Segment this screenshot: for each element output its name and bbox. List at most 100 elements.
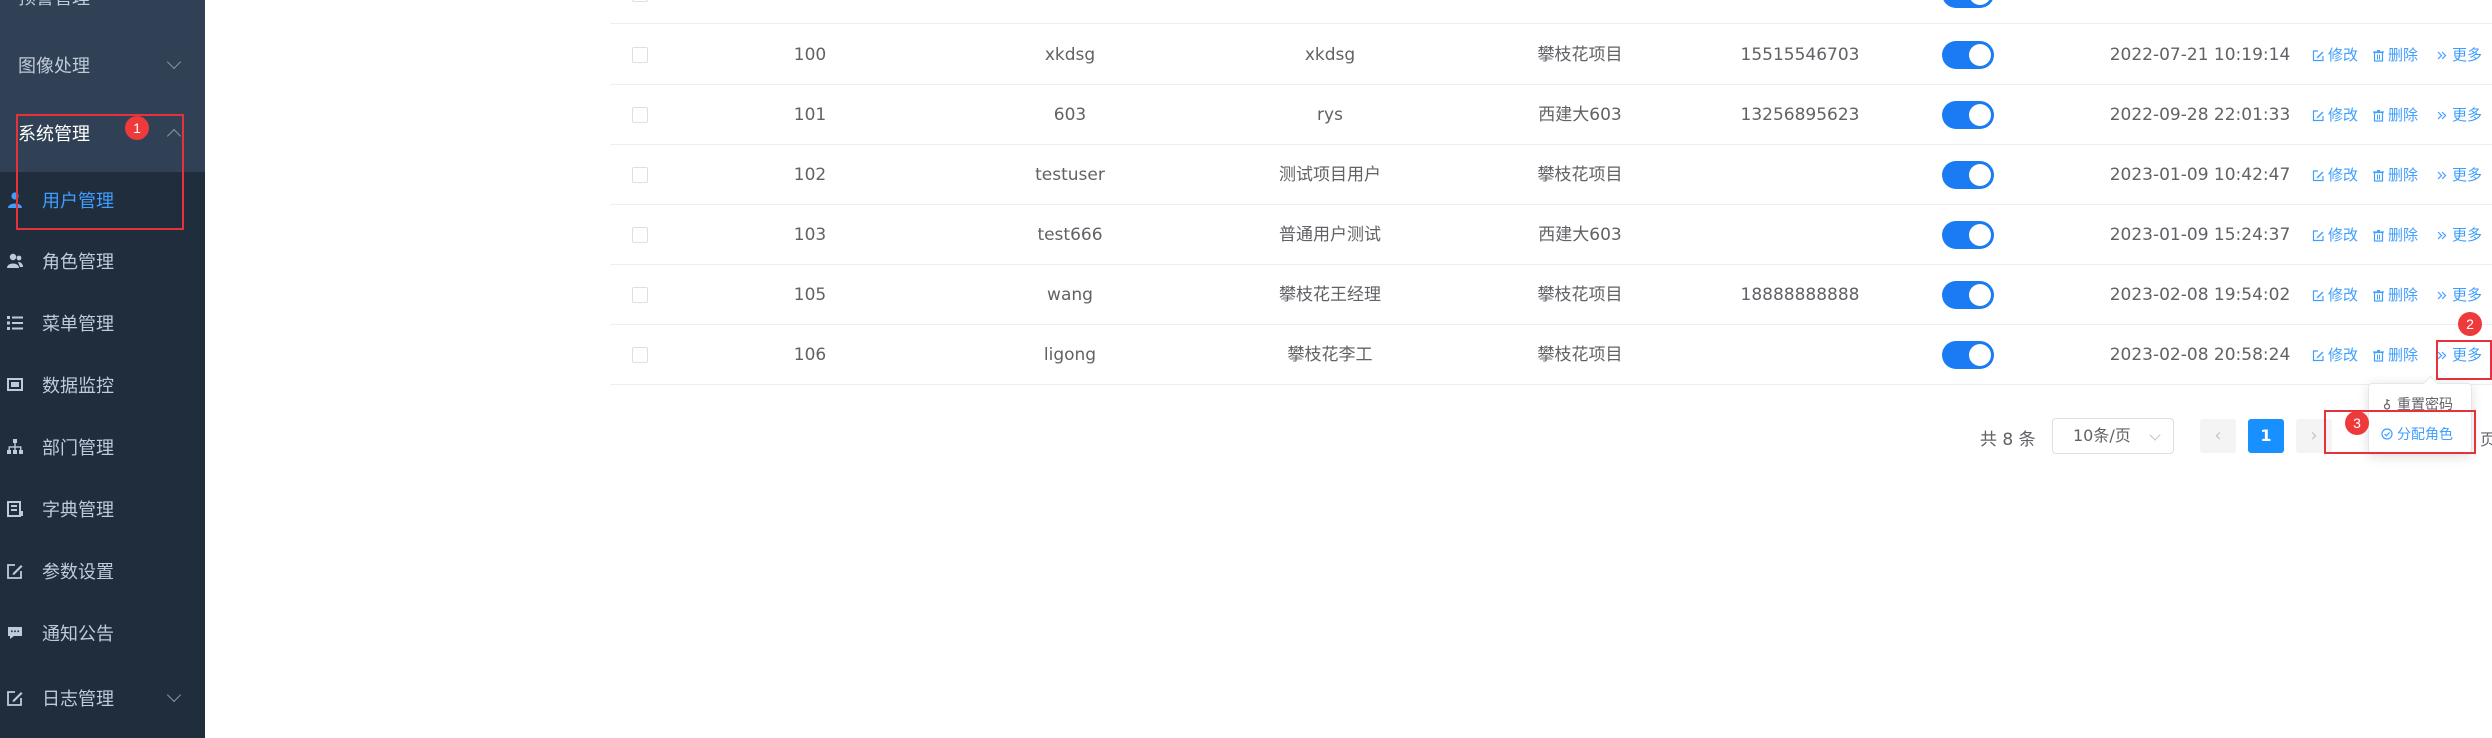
- cell-dept: 西建大603: [1538, 105, 1622, 125]
- double-chevron-right-icon: [2436, 109, 2449, 122]
- prev-page-button[interactable]: ‹: [2200, 419, 2236, 453]
- double-chevron-right-icon: [2436, 169, 2449, 182]
- edit-label: 修改: [2328, 106, 2359, 124]
- cell-nickname: xkdsg: [1304, 45, 1356, 65]
- page-number-current[interactable]: 1: [2248, 419, 2284, 453]
- status-switch[interactable]: [1942, 281, 1994, 309]
- sidebar-item-notice[interactable]: 通知公告: [0, 602, 205, 664]
- sidebar-item-log-management[interactable]: 日志管理: [0, 667, 205, 729]
- annotation-box-1: [16, 114, 184, 230]
- delete-button[interactable]: 删除: [2372, 205, 2418, 265]
- edit-icon: [2312, 169, 2325, 182]
- cell-phone: 18888888888: [1740, 285, 1860, 305]
- edit-icon: [2312, 289, 2325, 302]
- status-switch[interactable]: [1942, 341, 1994, 369]
- page-size-select[interactable]: 10条/页: [2052, 418, 2174, 454]
- status-switch[interactable]: [1942, 221, 1994, 249]
- cell-dept: 西建大603: [1538, 225, 1622, 245]
- more-button[interactable]: 更多: [2436, 25, 2482, 85]
- cell-username: test666: [1037, 225, 1103, 245]
- more-button[interactable]: 更多: [2436, 205, 2482, 265]
- row-checkbox[interactable]: [632, 47, 648, 63]
- switch-knob: [1969, 344, 1991, 366]
- annotation-badge-3: 3: [2345, 411, 2369, 435]
- cell-created: 2022-09-28 22:01:33: [2109, 105, 2291, 125]
- double-chevron-right-icon: [2436, 49, 2449, 62]
- cell-phone: [1710, 205, 1890, 265]
- delete-icon: [2372, 109, 2385, 122]
- row-checkbox[interactable]: [632, 167, 648, 183]
- cell-nickname: 普通用户测试: [1279, 225, 1381, 245]
- sidebar-item-warning[interactable]: 预警管理: [0, 0, 205, 28]
- page-size-value: 10条/页: [2073, 426, 2131, 445]
- key-icon: [2381, 398, 2393, 410]
- edit-button[interactable]: 修改: [2312, 85, 2358, 145]
- cell-phone: 13256895623: [1740, 105, 1860, 125]
- row-checkbox[interactable]: [632, 347, 648, 363]
- edit-icon: [2312, 49, 2325, 62]
- delete-label: 删除: [2388, 346, 2419, 364]
- delete-button[interactable]: 删除: [2372, 265, 2418, 325]
- cell-created: 2022-07-21 10:19:14: [2109, 45, 2291, 65]
- sidebar-item-label: 角色管理: [42, 252, 114, 273]
- cell-id: 100: [793, 45, 827, 65]
- sidebar-item-image-processing[interactable]: 图像处理: [0, 34, 205, 96]
- monitor-icon: [6, 376, 24, 394]
- table-row: 102 testuser 测试项目用户 攀枝花项目 2023-01-09 10:42:4…: [610, 145, 2492, 205]
- more-button[interactable]: 更多: [2436, 145, 2482, 205]
- sidebar-item-label: 日志管理: [42, 689, 114, 710]
- switch-knob: [1969, 104, 1991, 126]
- edit-icon: [2312, 349, 2325, 362]
- status-switch[interactable]: [1942, 101, 1994, 129]
- status-switch[interactable]: [1942, 41, 1994, 69]
- cell-dept: 攀枝花项目: [1537, 165, 1623, 185]
- edit-button[interactable]: 修改: [2312, 145, 2358, 205]
- edit-button[interactable]: 修改: [2312, 325, 2358, 385]
- cell-nickname: rys: [1317, 105, 1343, 125]
- table-row: 103 test666 普通用户测试 西建大603 2023-01-09 15:24:3…: [610, 205, 2492, 265]
- delete-button[interactable]: 删除: [2372, 325, 2418, 385]
- edit-icon: [2312, 109, 2325, 122]
- row-checkbox[interactable]: [632, 107, 648, 123]
- more-label: 更多: [2452, 226, 2483, 244]
- edit-button[interactable]: 修改: [2312, 25, 2358, 85]
- row-checkbox[interactable]: [632, 287, 648, 303]
- sidebar-item-label: 部门管理: [42, 438, 114, 459]
- delete-button[interactable]: 删除: [2372, 85, 2418, 145]
- status-switch[interactable]: [1942, 161, 1994, 189]
- delete-button[interactable]: 删除: [2372, 25, 2418, 85]
- delete-icon: [2372, 349, 2385, 362]
- chevron-down-icon: [166, 687, 182, 703]
- sidebar-item-param-settings[interactable]: 参数设置: [0, 540, 205, 602]
- delete-label: 删除: [2388, 166, 2419, 184]
- edit-label: 修改: [2328, 286, 2359, 304]
- chevron-down-icon: [2149, 429, 2161, 441]
- more-label: 更多: [2452, 106, 2483, 124]
- table-row: 105 wang 攀枝花王经理 攀枝花项目 18888888888 2023-02-08 …: [610, 265, 2492, 325]
- sidebar-item-label: 图像处理: [18, 56, 90, 77]
- cell-phone: [1710, 145, 1890, 205]
- delete-label: 删除: [2388, 106, 2419, 124]
- sidebar-item-data-monitor[interactable]: 数据监控: [0, 354, 205, 416]
- row-checkbox[interactable]: [632, 227, 648, 243]
- edit-button[interactable]: 修改: [2312, 205, 2358, 265]
- cell-phone: [1710, 325, 1890, 385]
- pagination-tail: 页: [2480, 430, 2492, 449]
- more-button[interactable]: 更多: [2436, 85, 2482, 145]
- delete-icon: [2372, 49, 2385, 62]
- sidebar-item-dept-management[interactable]: 部门管理: [0, 416, 205, 478]
- cell-username: wang: [1047, 285, 1093, 305]
- sidebar-item-role-management[interactable]: 角色管理: [0, 230, 205, 292]
- row-checkbox[interactable]: [632, 0, 648, 2]
- status-switch[interactable]: [1942, 0, 1994, 8]
- annotation-badge-2: 2: [2458, 312, 2482, 336]
- sidebar-item-menu-management[interactable]: 菜单管理: [0, 292, 205, 354]
- table-row: 106 ligong 攀枝花李工 攀枝花项目 2023-02-08 20:58:24 修改…: [610, 325, 2492, 385]
- edit-icon: [6, 562, 24, 580]
- delete-icon: [2372, 169, 2385, 182]
- delete-button[interactable]: 删除: [2372, 145, 2418, 205]
- sidebar-item-dict-management[interactable]: 字典管理: [0, 478, 205, 540]
- edit-button[interactable]: 修改: [2312, 265, 2358, 325]
- sidebar-item-label: 参数设置: [42, 562, 114, 583]
- delete-label: 删除: [2388, 286, 2419, 304]
